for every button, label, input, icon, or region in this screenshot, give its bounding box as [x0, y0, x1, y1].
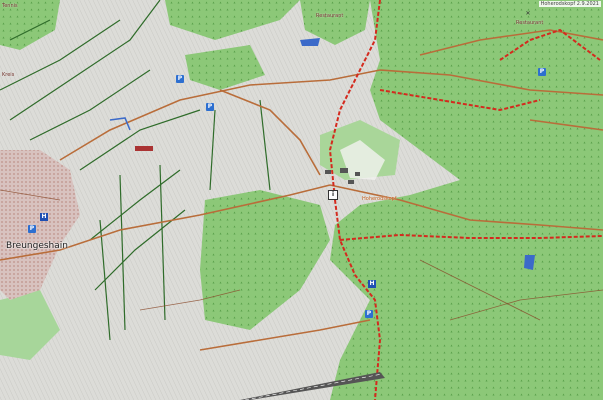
map-canvas[interactable]: Breungeshain Restaurant Restaurant Hoher… [0, 0, 603, 400]
map-attribution: Hoherodskopf 2.9.2021 [538, 1, 601, 7]
poi-label-restaurant-1: Restaurant [316, 13, 344, 19]
town-label: Breungeshain [6, 241, 68, 251]
info-icon[interactable]: i [328, 190, 338, 200]
parking-icon[interactable]: P [206, 103, 214, 111]
hotel-icon[interactable]: H [368, 280, 376, 288]
restaurant-icon[interactable]: ✕ [524, 10, 532, 18]
parking-icon[interactable]: P [28, 225, 36, 233]
hoherodskopf-label: Hoherodskopf [362, 196, 397, 202]
cable-car-icon[interactable] [135, 146, 153, 151]
parking-icon[interactable]: P [176, 75, 184, 83]
hotel-icon[interactable]: H [40, 213, 48, 221]
parking-icon[interactable]: P [365, 310, 373, 318]
top-left-label: Tennis [2, 3, 18, 9]
poi-label-restaurant-2: Restaurant [516, 20, 544, 26]
parking-icon[interactable]: P [538, 68, 546, 76]
left-label: Kreis [2, 72, 15, 78]
map-svg [0, 0, 603, 400]
